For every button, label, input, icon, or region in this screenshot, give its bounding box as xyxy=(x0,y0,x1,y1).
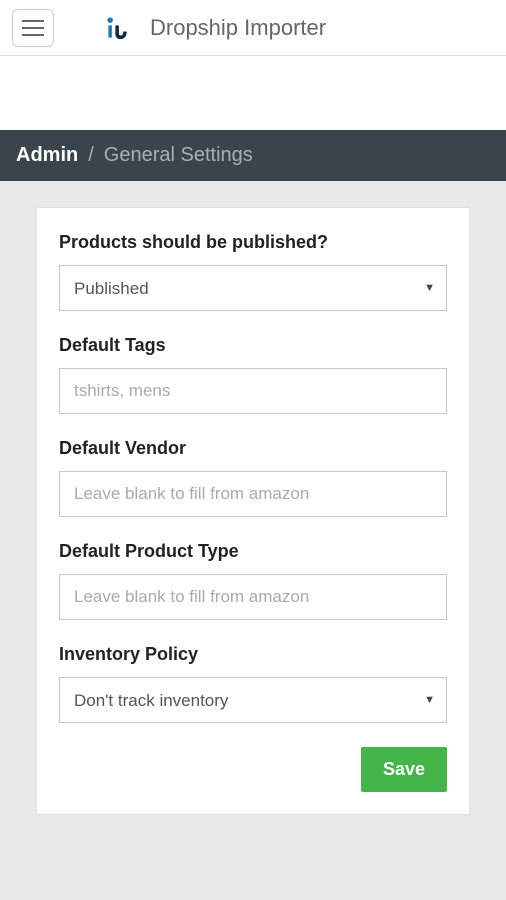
header: Dropship Importer xyxy=(0,0,506,56)
vendor-label: Default Vendor xyxy=(59,438,447,459)
logo xyxy=(104,14,132,42)
published-select[interactable]: Published xyxy=(59,265,447,311)
breadcrumb-root[interactable]: Admin xyxy=(16,144,78,167)
settings-card: Products should be published? Published … xyxy=(36,207,470,815)
inventory-group: Inventory Policy Don't track inventory ▼ xyxy=(59,644,447,723)
breadcrumb-separator: / xyxy=(88,144,94,167)
content: Products should be published? Published … xyxy=(0,181,506,841)
published-group: Products should be published? Published … xyxy=(59,232,447,311)
tags-label: Default Tags xyxy=(59,335,447,356)
button-row: Save xyxy=(59,747,447,792)
inventory-label: Inventory Policy xyxy=(59,644,447,665)
header-spacer xyxy=(0,56,506,130)
vendor-group: Default Vendor xyxy=(59,438,447,517)
tags-group: Default Tags xyxy=(59,335,447,414)
app-title: Dropship Importer xyxy=(150,15,326,41)
product-type-input[interactable] xyxy=(59,574,447,620)
vendor-input[interactable] xyxy=(59,471,447,517)
breadcrumb-current: General Settings xyxy=(104,144,253,167)
published-label: Products should be published? xyxy=(59,232,447,253)
menu-button[interactable] xyxy=(12,9,54,47)
product-type-label: Default Product Type xyxy=(59,541,447,562)
tags-input[interactable] xyxy=(59,368,447,414)
inventory-select[interactable]: Don't track inventory xyxy=(59,677,447,723)
product-type-group: Default Product Type xyxy=(59,541,447,620)
breadcrumb: Admin / General Settings xyxy=(0,130,506,181)
app-logo-icon xyxy=(104,14,132,42)
save-button[interactable]: Save xyxy=(361,747,447,792)
